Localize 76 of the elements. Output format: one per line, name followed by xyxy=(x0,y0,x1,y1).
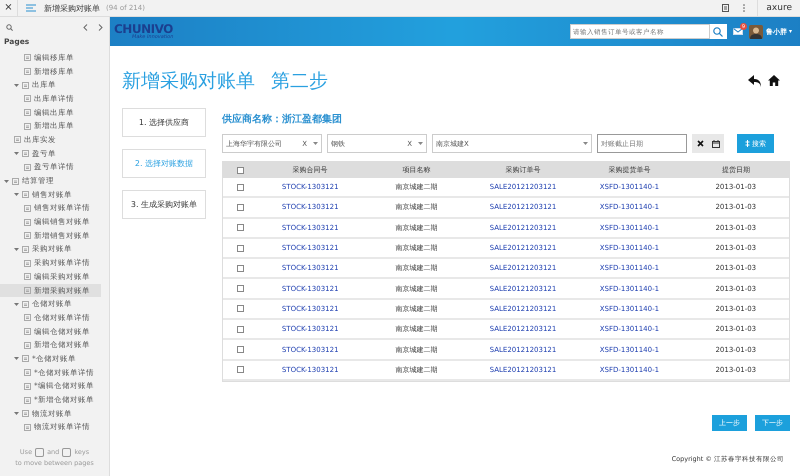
page-icon xyxy=(24,369,31,376)
expand-arrow-icon[interactable] xyxy=(14,302,19,307)
step-heading: 第二步 xyxy=(271,69,328,94)
menu-icon[interactable] xyxy=(26,4,36,12)
page-title: 新增采购对账单 xyxy=(44,2,100,14)
key-icon xyxy=(35,448,44,456)
calendar-icon xyxy=(712,140,720,148)
page-icon xyxy=(24,342,31,349)
page-icon xyxy=(22,410,29,418)
mail-icon[interactable] xyxy=(732,28,743,35)
row-checkbox[interactable] xyxy=(236,346,244,354)
avatar[interactable] xyxy=(748,24,763,38)
next-icon[interactable] xyxy=(98,24,103,30)
page-icon xyxy=(22,150,29,158)
page-icon xyxy=(22,246,29,253)
more-icon[interactable] xyxy=(743,4,746,12)
page-icon xyxy=(24,218,31,226)
document-icon[interactable] xyxy=(722,4,730,12)
page-icon xyxy=(24,95,31,102)
page-icon xyxy=(12,178,19,185)
page-icon xyxy=(24,232,31,240)
double-dagger-icon xyxy=(745,140,750,147)
expand-arrow-icon[interactable] xyxy=(14,192,19,198)
home-icon[interactable] xyxy=(768,75,780,86)
supplier-name: 供应商名称：浙江盈都集团 xyxy=(222,112,343,127)
page-icon xyxy=(22,191,29,198)
expand-arrow-icon[interactable] xyxy=(4,178,9,184)
page-icon xyxy=(24,287,31,294)
step-tab[interactable]: 1. 选择供应商 xyxy=(122,108,206,137)
row-checkbox[interactable] xyxy=(236,305,244,312)
page-icon xyxy=(24,68,31,76)
page-heading: 新增采购对账单 xyxy=(122,69,255,94)
clear-button[interactable] xyxy=(692,134,708,153)
key-icon xyxy=(62,448,72,456)
page-icon xyxy=(24,164,31,171)
expand-arrow-icon[interactable] xyxy=(14,411,19,416)
page-icon xyxy=(22,355,29,362)
caret-icon[interactable] xyxy=(583,142,588,145)
page-icon xyxy=(24,273,31,280)
expand-arrow-icon[interactable] xyxy=(14,356,19,362)
select-all-checkbox[interactable] xyxy=(236,166,244,174)
page-icon xyxy=(24,424,31,431)
page-icon xyxy=(24,396,31,404)
row-checkbox[interactable] xyxy=(236,184,244,191)
expand-arrow-icon[interactable] xyxy=(14,246,19,252)
step-tab[interactable]: 3. 生成采购对账单 xyxy=(122,190,206,219)
row-checkbox[interactable] xyxy=(236,244,244,252)
close-button[interactable]: × xyxy=(0,0,18,16)
page-icon xyxy=(24,314,31,322)
row-checkbox[interactable] xyxy=(236,224,244,232)
page-icon xyxy=(24,54,31,62)
search-icon[interactable] xyxy=(6,24,13,30)
close-icon xyxy=(696,140,704,147)
row-checkbox[interactable] xyxy=(236,204,244,211)
page-icon xyxy=(24,122,31,130)
row-checkbox[interactable] xyxy=(236,264,244,272)
row-checkbox[interactable] xyxy=(236,326,244,333)
page-icon xyxy=(24,382,31,390)
page-icon xyxy=(22,82,29,89)
caret-icon[interactable] xyxy=(313,142,318,145)
caret-icon[interactable] xyxy=(418,142,423,145)
page-icon xyxy=(24,109,31,116)
row-checkbox[interactable] xyxy=(236,285,244,292)
page-icon xyxy=(24,328,31,336)
search-button[interactable] xyxy=(710,24,727,39)
page-icon xyxy=(24,260,31,267)
calendar-button[interactable] xyxy=(708,134,724,153)
page-icon xyxy=(22,300,29,308)
previous-icon[interactable] xyxy=(83,24,88,30)
back-icon[interactable] xyxy=(748,75,762,87)
page-icon xyxy=(24,204,31,212)
expand-arrow-icon[interactable] xyxy=(14,82,19,88)
row-checkbox[interactable] xyxy=(236,366,244,374)
page-icon xyxy=(14,136,21,144)
brand-name: axure xyxy=(757,0,800,16)
expand-arrow-icon[interactable] xyxy=(14,151,19,156)
